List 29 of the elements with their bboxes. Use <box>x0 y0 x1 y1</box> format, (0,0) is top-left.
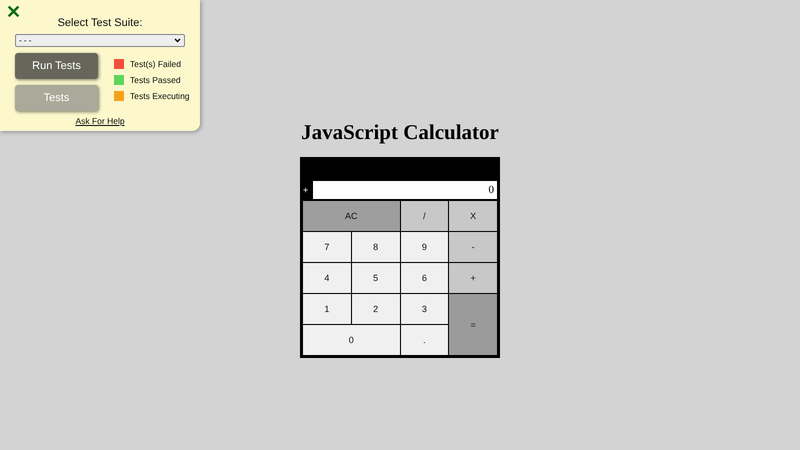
calculator-key[interactable]: 8 <box>352 232 400 262</box>
calculator-key[interactable]: 5 <box>352 263 400 293</box>
panel-title: Select Test Suite: <box>56 17 144 30</box>
calculator-key[interactable]: - <box>449 232 497 262</box>
chevron-icon <box>174 38 181 43</box>
legend-label: Tests Executing <box>130 90 190 100</box>
calculator-key[interactable]: / <box>400 201 448 231</box>
calculator-key[interactable]: 2 <box>352 294 400 324</box>
calculator-key[interactable]: 1 <box>303 294 351 324</box>
calculator-key[interactable]: 3 <box>400 294 448 324</box>
calculator-key[interactable]: 0 <box>303 325 400 355</box>
legend-label: Tests Passed <box>130 74 181 84</box>
calculator-key[interactable]: = <box>449 294 497 355</box>
calculator-key[interactable]: AC <box>303 201 400 231</box>
display: 0 <box>313 181 497 199</box>
sign-text: + <box>303 185 310 195</box>
test-button[interactable]: Run Tests <box>15 53 98 79</box>
calculator-key[interactable]: . <box>400 325 448 355</box>
close-button[interactable]: ✕ <box>6 3 21 21</box>
calculator-key[interactable]: 6 <box>400 263 448 293</box>
suite-select[interactable]: - - - <box>15 34 185 47</box>
calculator-key[interactable]: 9 <box>400 232 448 262</box>
calculator-key[interactable]: + <box>449 263 497 293</box>
help-link[interactable]: Ask For Help <box>75 116 125 126</box>
calculator-key[interactable]: 4 <box>303 263 351 293</box>
page-heading: JavaScript Calculator <box>301 120 499 144</box>
legend-label: Test(s) Failed <box>130 58 182 68</box>
calculator-key[interactable]: 7 <box>303 232 351 262</box>
calculator-key[interactable]: X <box>449 201 497 231</box>
